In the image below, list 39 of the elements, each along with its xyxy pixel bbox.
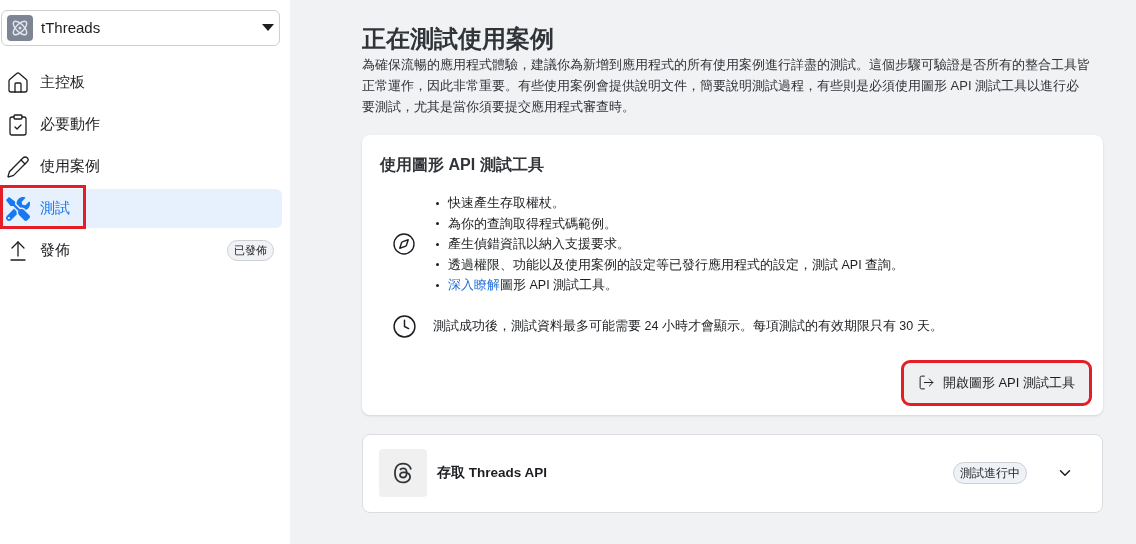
sidebar-item[interactable]: 必要動作	[0, 105, 282, 144]
caret-icon	[262, 24, 274, 32]
item-label: 必要動作	[40, 114, 101, 135]
status-badge: 已發佈	[227, 240, 274, 261]
item-label: 測試	[40, 198, 71, 219]
note-text: 測試成功後，測試資料最多可能需要 24 小時才會顯示。每項測試的有效期限只有 30 天。	[433, 317, 943, 335]
bullet-icon	[436, 222, 439, 226]
page-description: 為確保流暢的應用程式體驗，建議你為新增到應用程式的所有使用案例進行詳盡的測試。這個步驟可驗證是否所有的整合工具皆正常運作，因此非常重要。有些使用案例會提供說明文件，簡要說明測試過程，有些則是必須使用圖形 API 測試工具以進行必要測試，尤其是當你須要提交應用程式審查時。	[362, 56, 1090, 116]
open-tool-button[interactable]: 開啟圖形 API 測試工具	[903, 362, 1089, 403]
compass-icon	[392, 232, 416, 257]
checklist-icon	[6, 112, 30, 137]
status-badge: 測試進行中	[953, 462, 1027, 484]
learn-more-link[interactable]: 深入瞭解	[448, 278, 500, 292]
bullet-item: 產生偵錯資訊以納入支援要求。	[448, 236, 630, 253]
sidebar-item[interactable]: 使用案例	[0, 147, 282, 186]
clock-icon	[392, 313, 417, 339]
bullet-icon	[436, 242, 439, 246]
page-title: 正在測試使用案例	[362, 24, 555, 54]
bullet-item: 快速產生存取權杖。	[448, 195, 565, 212]
threads-logo-icon	[379, 449, 427, 497]
bullet-item: 深入瞭解圖形 API 測試工具。	[448, 277, 619, 294]
bullet-item: 透過權限、功能以及使用案例的設定等已發行應用程式的設定，測試 API 查詢。	[448, 256, 905, 274]
item-label: 使用案例	[40, 156, 101, 177]
home-icon	[6, 70, 30, 95]
item-label: 主控板	[40, 72, 86, 93]
bullet-icon	[436, 201, 439, 205]
bullet-icon	[436, 283, 439, 287]
bullet-item: 為你的查詢取得程式碼範例。	[448, 215, 617, 233]
app-switcher[interactable]: tThreads	[1, 10, 280, 46]
open-external-icon	[917, 374, 935, 391]
atom-icon	[7, 15, 33, 41]
pencil-icon	[6, 154, 30, 179]
tools-icon	[6, 196, 30, 221]
use-case-title: 存取 Threads API	[437, 463, 549, 482]
bullet-icon	[436, 263, 439, 267]
sidebar-item[interactable]: 發佈 已發佈	[0, 231, 282, 270]
item-label: 發佈	[40, 240, 71, 261]
card-title: 使用圖形 API 測試工具	[380, 155, 545, 175]
sidebar-item[interactable]: 主控板	[0, 63, 282, 102]
